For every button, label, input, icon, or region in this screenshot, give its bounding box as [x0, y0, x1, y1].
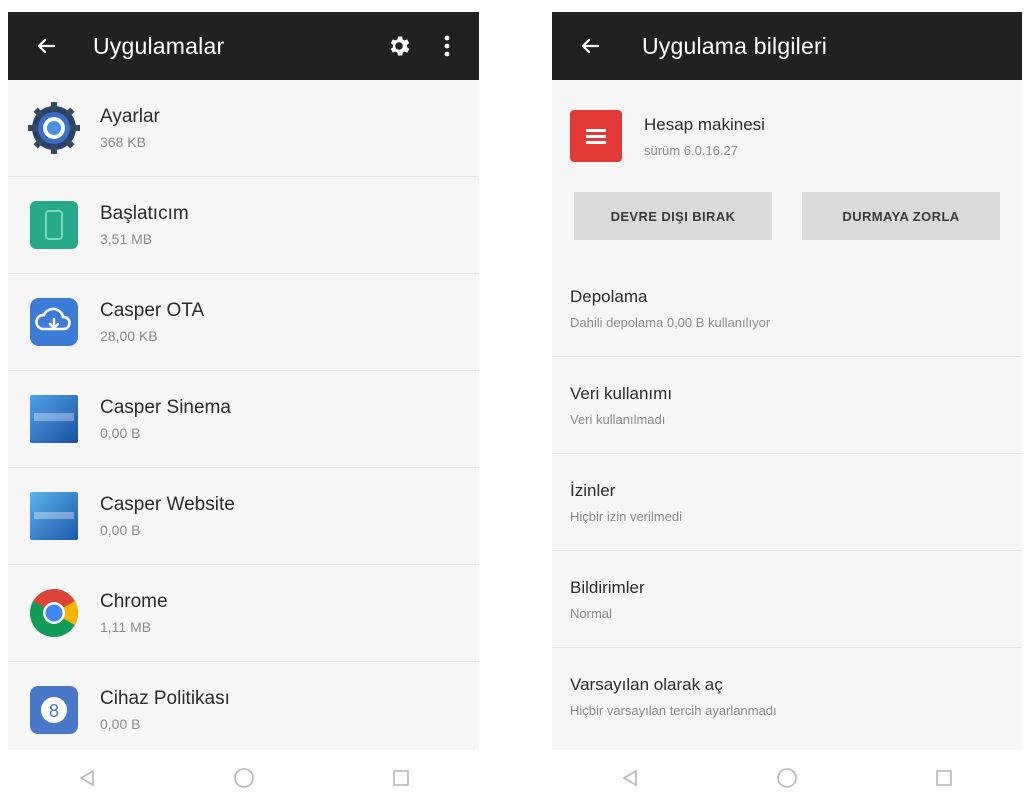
notifications-setting[interactable]: Bildirimler Normal	[552, 551, 1022, 648]
chrome-app-icon	[28, 587, 80, 639]
casper-website-app-icon	[28, 490, 80, 542]
casper-cinema-app-icon	[28, 393, 80, 445]
nav-recents-icon[interactable]	[924, 758, 964, 798]
list-item[interactable]: Casper Sinema 0,00 B	[8, 371, 479, 468]
setting-subtitle: Normal	[570, 605, 612, 621]
back-arrow-icon[interactable]	[34, 34, 58, 58]
nav-back-icon[interactable]	[67, 758, 107, 798]
app-name: Hesap makinesi	[644, 114, 765, 134]
calculator-app-icon	[570, 110, 622, 162]
app-name: Casper Website	[100, 494, 235, 515]
nav-home-icon[interactable]	[767, 758, 807, 798]
nav-home-icon[interactable]	[224, 758, 264, 798]
app-name: Casper OTA	[100, 300, 205, 321]
setting-subtitle: Hiçbir izin verilmedi	[570, 508, 682, 524]
cloud-update-app-icon	[28, 296, 80, 348]
gear-icon[interactable]	[381, 28, 417, 64]
app-size: 3,51 MB	[100, 231, 153, 247]
app-list: Ayarlar 368 KB Başlatıcım 3,51 MB Casper…	[8, 80, 479, 758]
page-title: Uygulamalar	[93, 32, 225, 59]
app-name: Başlatıcım	[100, 203, 189, 224]
more-vert-icon[interactable]	[429, 28, 465, 64]
list-item[interactable]: Başlatıcım 3,51 MB	[8, 177, 479, 274]
list-item[interactable]: Ayarlar 368 KB	[8, 80, 479, 177]
system-nav-bar	[8, 750, 479, 806]
svg-text:8: 8	[49, 701, 59, 721]
system-nav-bar	[552, 750, 1022, 806]
permissions-setting[interactable]: İzinler Hiçbir izin verilmedi	[552, 454, 1022, 551]
disable-button[interactable]: DEVRE DIŞI BIRAK	[574, 192, 772, 240]
app-name: Ayarlar	[100, 106, 160, 127]
storage-setting[interactable]: Depolama Dahili depolama 0,00 B kullanıl…	[552, 260, 1022, 357]
app-size: 0,00 B	[100, 716, 141, 732]
page-title: Uygulama bilgileri	[642, 32, 828, 59]
app-info-header: Hesap makinesi sürüm 6.0.16.27	[552, 80, 1022, 192]
app-bar: Uygulamalar	[8, 12, 479, 80]
app-size: 1,11 MB	[100, 619, 152, 635]
data-usage-setting[interactable]: Veri kullanımı Veri kullanılmadı	[552, 357, 1022, 454]
setting-title: İzinler	[570, 480, 616, 500]
setting-title: Bildirimler	[570, 577, 645, 597]
apps-list-screen: Uygulamalar Ayarlar 368 KB Başlatıcım 3,…	[8, 12, 479, 806]
app-info-screen: Uygulama bilgileri Hesap makinesi sürüm …	[552, 12, 1022, 806]
open-by-default-setting[interactable]: Varsayılan olarak aç Hiçbir varsayılan t…	[552, 648, 1022, 744]
app-info-settings: Depolama Dahili depolama 0,00 B kullanıl…	[552, 260, 1022, 744]
launcher-app-icon	[28, 199, 80, 251]
app-size: 0,00 B	[100, 522, 141, 538]
setting-title: Depolama	[570, 286, 648, 306]
app-size: 28,00 KB	[100, 328, 158, 344]
list-item[interactable]: Chrome 1,11 MB	[8, 565, 479, 662]
settings-gear-app-icon	[28, 102, 80, 154]
force-stop-button[interactable]: DURMAYA ZORLA	[802, 192, 1000, 240]
back-arrow-icon[interactable]	[578, 34, 602, 58]
setting-title: Varsayılan olarak aç	[570, 674, 723, 694]
app-size: 368 KB	[100, 134, 146, 150]
app-name: Chrome	[100, 591, 168, 612]
app-size: 0,00 B	[100, 425, 141, 441]
device-policy-app-icon: 8	[28, 684, 80, 736]
setting-subtitle: Hiçbir varsayılan tercih ayarlanmadı	[570, 702, 777, 718]
nav-back-icon[interactable]	[610, 758, 650, 798]
list-item[interactable]: 8 Cihaz Politikası 0,00 B	[8, 662, 479, 758]
app-name: Casper Sinema	[100, 397, 231, 418]
app-bar: Uygulama bilgileri	[552, 12, 1022, 80]
setting-subtitle: Veri kullanılmadı	[570, 411, 666, 427]
list-item[interactable]: Casper Website 0,00 B	[8, 468, 479, 565]
setting-subtitle: Dahili depolama 0,00 B kullanılıyor	[570, 314, 771, 330]
nav-recents-icon[interactable]	[381, 758, 421, 798]
setting-title: Veri kullanımı	[570, 383, 673, 403]
app-name: Cihaz Politikası	[100, 688, 230, 709]
app-version: sürüm 6.0.16.27	[644, 142, 738, 158]
list-item[interactable]: Casper OTA 28,00 KB	[8, 274, 479, 371]
